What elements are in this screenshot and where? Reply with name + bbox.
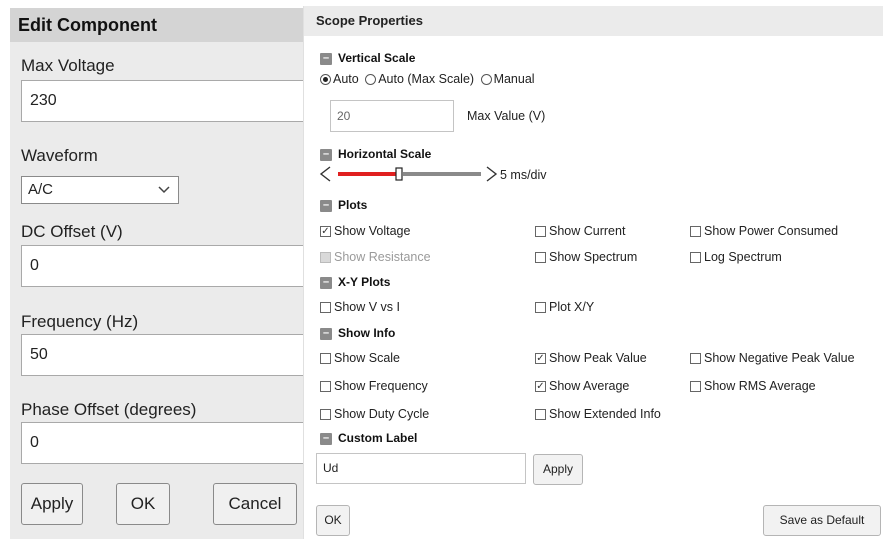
- show-duty-cycle-checkbox[interactable]: Show Duty Cycle: [320, 406, 429, 422]
- collapse-icon[interactable]: –: [320, 327, 332, 340]
- show-negative-peak-checkbox[interactable]: Show Negative Peak Value: [690, 350, 855, 366]
- checkbox-unchecked[interactable]: [690, 381, 701, 393]
- checkbox-checked[interactable]: ✓: [320, 226, 331, 238]
- vertical-scale-header[interactable]: – Vertical Scale: [320, 51, 415, 65]
- collapse-icon[interactable]: –: [320, 199, 332, 212]
- edit-component-panel: Edit Component Max Voltage 230 Waveform …: [10, 8, 304, 539]
- chevron-right-icon: [486, 166, 498, 182]
- waveform-label: Waveform: [21, 146, 98, 165]
- checkbox-unchecked[interactable]: [690, 353, 701, 365]
- horizontal-scale-value: 5 ms/div: [500, 168, 547, 182]
- radio-manual[interactable]: [480, 74, 492, 86]
- collapse-icon[interactable]: –: [320, 432, 332, 445]
- checkbox-unchecked[interactable]: [535, 226, 546, 238]
- show-power-consumed-checkbox[interactable]: Show Power Consumed: [690, 223, 838, 239]
- checkbox-checked[interactable]: ✓: [535, 381, 546, 393]
- show-scale-checkbox[interactable]: Show Scale: [320, 350, 400, 366]
- phase-offset-input[interactable]: 0: [21, 422, 304, 464]
- checkbox-checked[interactable]: ✓: [535, 353, 546, 365]
- custom-label-header[interactable]: – Custom Label: [320, 431, 417, 445]
- show-spectrum-checkbox[interactable]: Show Spectrum: [535, 249, 637, 265]
- radio-auto-max-scale[interactable]: [365, 74, 377, 86]
- checkbox-unchecked[interactable]: [535, 302, 546, 314]
- show-current-checkbox[interactable]: Show Current: [535, 223, 625, 239]
- checkbox-unchecked[interactable]: [535, 409, 546, 421]
- checkbox-unchecked[interactable]: [320, 302, 331, 314]
- phase-offset-label: Phase Offset (degrees): [21, 400, 197, 419]
- show-v-vs-i-checkbox[interactable]: Show V vs I: [320, 299, 400, 315]
- scope-properties-title: Scope Properties: [304, 6, 883, 36]
- waveform-select[interactable]: A/C: [21, 176, 179, 204]
- vertical-scale-radios: Auto Auto (Max Scale) Manual: [320, 71, 535, 87]
- checkbox-disabled: [320, 252, 331, 264]
- chevron-left-icon: [319, 166, 331, 182]
- apply-button[interactable]: Apply: [21, 483, 83, 525]
- show-rms-average-checkbox[interactable]: Show RMS Average: [690, 378, 816, 394]
- plots-header[interactable]: – Plots: [320, 198, 367, 212]
- max-voltage-label: Max Voltage: [21, 56, 115, 75]
- horizontal-scale-slider[interactable]: [318, 164, 508, 184]
- scope-ok-button[interactable]: OK: [316, 505, 350, 536]
- custom-label-input[interactable]: Ud: [316, 453, 526, 484]
- max-value-input[interactable]: 20: [330, 100, 454, 132]
- frequency-input[interactable]: 50: [21, 334, 304, 376]
- checkbox-unchecked[interactable]: [320, 409, 331, 421]
- dc-offset-input[interactable]: 0: [21, 245, 304, 287]
- slider-track-active: [338, 172, 399, 176]
- show-peak-value-checkbox[interactable]: ✓ Show Peak Value: [535, 350, 647, 366]
- waveform-select-value: A/C: [28, 181, 54, 198]
- show-extended-info-checkbox[interactable]: Show Extended Info: [535, 406, 661, 422]
- xy-plots-header[interactable]: – X-Y Plots: [320, 275, 390, 289]
- show-resistance-checkbox: Show Resistance: [320, 249, 431, 265]
- checkbox-unchecked[interactable]: [535, 252, 546, 264]
- collapse-icon[interactable]: –: [320, 148, 332, 161]
- show-frequency-checkbox[interactable]: Show Frequency: [320, 378, 428, 394]
- cancel-button[interactable]: Cancel: [213, 483, 297, 525]
- plot-xy-checkbox[interactable]: Plot X/Y: [535, 299, 594, 315]
- ok-button[interactable]: OK: [116, 483, 170, 525]
- show-average-checkbox[interactable]: ✓ Show Average: [535, 378, 629, 394]
- dc-offset-label: DC Offset (V): [21, 222, 123, 241]
- collapse-icon[interactable]: –: [320, 52, 332, 65]
- horizontal-scale-header[interactable]: – Horizontal Scale: [320, 147, 431, 161]
- slider-thumb: [395, 167, 403, 181]
- scope-properties-panel: Scope Properties – Vertical Scale Auto Au…: [303, 6, 883, 539]
- checkbox-unchecked[interactable]: [690, 252, 701, 264]
- frequency-label: Frequency (Hz): [21, 312, 139, 331]
- radio-auto[interactable]: [320, 74, 331, 86]
- checkbox-unchecked[interactable]: [320, 381, 331, 393]
- max-value-label: Max Value (V): [467, 109, 546, 123]
- max-voltage-input[interactable]: 230: [21, 80, 304, 122]
- save-as-default-button[interactable]: Save as Default: [763, 505, 881, 536]
- chevron-down-icon: [158, 177, 170, 212]
- custom-label-apply-button[interactable]: Apply: [533, 454, 583, 485]
- slider-track-inactive: [403, 172, 481, 176]
- log-spectrum-checkbox[interactable]: Log Spectrum: [690, 249, 782, 265]
- checkbox-unchecked[interactable]: [690, 226, 701, 238]
- show-voltage-checkbox[interactable]: ✓ Show Voltage: [320, 223, 410, 239]
- collapse-icon[interactable]: –: [320, 276, 332, 289]
- edit-component-title: Edit Component: [10, 8, 304, 42]
- show-info-header[interactable]: – Show Info: [320, 326, 395, 340]
- checkbox-unchecked[interactable]: [320, 353, 331, 365]
